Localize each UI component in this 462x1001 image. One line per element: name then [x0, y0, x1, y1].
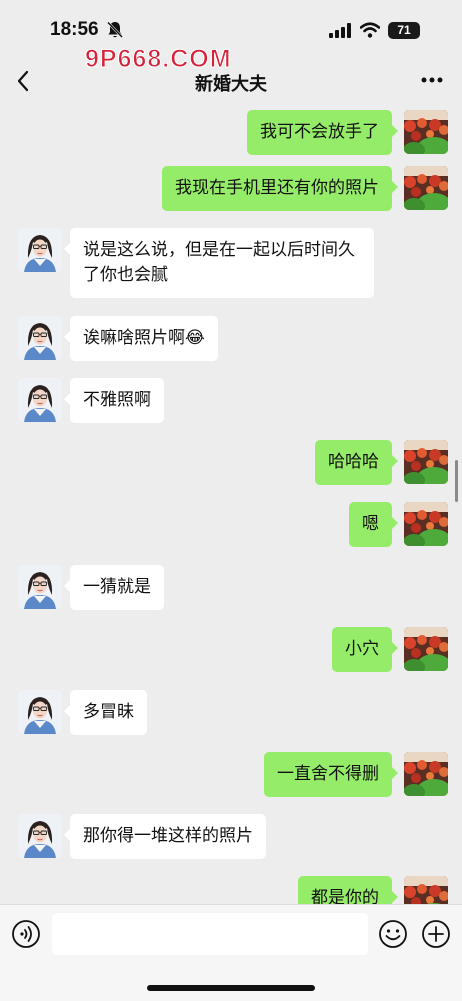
contact-avatar[interactable]	[18, 565, 62, 609]
contact-avatar[interactable]	[18, 316, 62, 360]
contact-avatar[interactable]	[18, 228, 62, 272]
plus-icon[interactable]	[421, 919, 451, 949]
message-bubble[interactable]: 哈哈哈	[315, 440, 398, 485]
contact-avatar[interactable]	[18, 690, 62, 734]
battery-icon: 71	[388, 22, 420, 39]
voice-icon[interactable]	[11, 919, 41, 949]
message-bubble[interactable]: 一直舍不得删	[264, 752, 398, 797]
message-input[interactable]	[52, 913, 368, 955]
message-bubble[interactable]: 小穴	[332, 627, 398, 672]
chat-title: 新婚大夫	[195, 74, 267, 95]
chat-header: 新婚大夫	[0, 58, 462, 104]
message-bubble[interactable]: 都是你的	[298, 876, 398, 904]
message-bubble[interactable]: 说是这么说，但是在一起以后时间久了你也会腻	[64, 228, 374, 298]
my-avatar[interactable]	[404, 502, 448, 546]
status-time: 18:56	[50, 19, 99, 40]
contact-avatar[interactable]	[18, 378, 62, 422]
my-avatar[interactable]	[404, 110, 448, 154]
my-avatar[interactable]	[404, 627, 448, 671]
message-bubble[interactable]: 多冒昧	[64, 690, 147, 735]
more-icon[interactable]	[420, 76, 444, 84]
my-avatar[interactable]	[404, 166, 448, 210]
emoji-icon[interactable]	[378, 919, 408, 949]
scrollbar[interactable]	[455, 460, 458, 502]
input-bar	[0, 904, 462, 1001]
bell-off-icon	[107, 21, 123, 38]
contact-avatar[interactable]	[18, 814, 62, 858]
my-avatar[interactable]	[404, 752, 448, 796]
home-indicator	[147, 985, 315, 991]
signal-icon	[329, 23, 351, 38]
message-bubble[interactable]: 诶嘛啥照片啊😂	[64, 316, 218, 361]
message-bubble[interactable]: 我现在手机里还有你的照片	[162, 166, 398, 211]
message-bubble[interactable]: 不雅照啊	[64, 378, 164, 423]
wifi-icon	[360, 22, 380, 38]
message-list[interactable]: 我可不会放手了 我现在手机里还有你的照片 说是这么说，但是在一起以后时间久了你也…	[0, 104, 462, 904]
my-avatar[interactable]	[404, 440, 448, 484]
message-bubble[interactable]: 我可不会放手了	[247, 110, 398, 155]
message-bubble[interactable]: 嗯	[349, 502, 398, 547]
message-bubble[interactable]: 一猜就是	[64, 565, 164, 610]
my-avatar[interactable]	[404, 876, 448, 904]
message-bubble[interactable]: 那你得一堆这样的照片	[64, 814, 266, 859]
